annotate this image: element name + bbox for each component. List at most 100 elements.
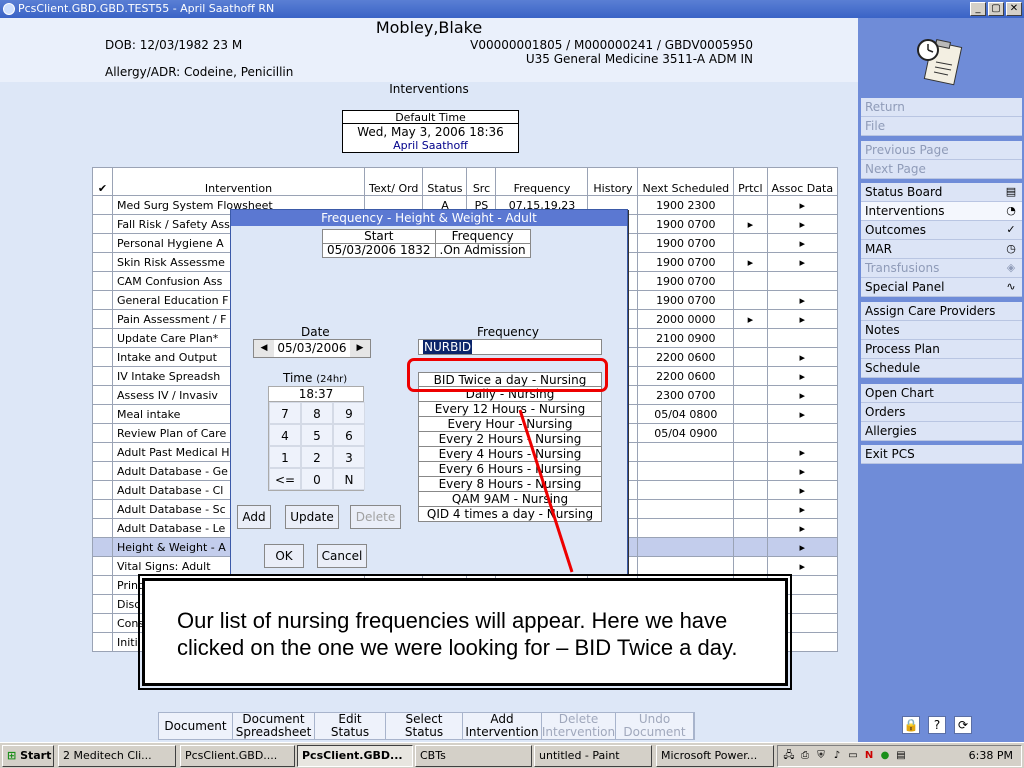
frequency-option[interactable]: QID 4 times a day - Nursing <box>418 507 602 522</box>
date-value[interactable]: 05/03/2006 <box>274 340 350 357</box>
close-button[interactable]: ✕ <box>1006 2 1022 16</box>
check-cell[interactable] <box>92 442 113 462</box>
ok-button[interactable]: OK <box>264 544 304 568</box>
src-column-header[interactable]: Src <box>466 167 497 196</box>
volume-icon[interactable]: ♪ <box>830 749 844 763</box>
prtcl-cell[interactable]: ▸ <box>733 252 768 272</box>
text-ord-column-header[interactable]: Text/ Ord <box>363 167 424 196</box>
check-cell[interactable] <box>92 214 113 234</box>
keypad-key[interactable]: 4 <box>269 424 301 446</box>
nav-item-orders[interactable]: Orders <box>861 403 1022 422</box>
add-button[interactable]: Add <box>237 505 271 529</box>
nav-item-transfusions[interactable]: Transfusions ◈ <box>861 259 1022 278</box>
prtcl-cell[interactable] <box>733 347 768 367</box>
taskbar-item[interactable]: Microsoft Power... <box>656 745 774 767</box>
assoc-cell[interactable]: ▸ <box>766 480 839 500</box>
frequency-option[interactable]: Every 2 Hours - Nursing <box>418 432 602 447</box>
assoc-cell[interactable]: ▸ <box>766 233 839 253</box>
frequency-column-header[interactable]: Frequency <box>495 167 589 196</box>
wireless-icon[interactable]: ● <box>878 749 892 763</box>
delete-button[interactable]: Delete <box>350 505 401 529</box>
check-cell[interactable] <box>92 195 113 215</box>
nav-item-assign-care-providers[interactable]: Assign Care Providers <box>861 302 1022 321</box>
prtcl-cell[interactable] <box>733 442 768 462</box>
prtcl-cell[interactable] <box>733 271 768 291</box>
protocol-column-header[interactable]: Prtcl <box>733 167 768 196</box>
prtcl-cell[interactable]: ▸ <box>733 309 768 329</box>
minimize-button[interactable]: _ <box>970 2 986 16</box>
keypad-key[interactable]: 0 <box>301 468 333 490</box>
network-icon[interactable]: 🖧 <box>782 749 796 763</box>
prtcl-cell[interactable] <box>733 290 768 310</box>
check-cell[interactable] <box>92 632 113 652</box>
frequency-input[interactable]: NURBID <box>418 339 602 355</box>
intervention-column-header[interactable]: Intervention <box>112 167 365 196</box>
update-button[interactable]: Update <box>285 505 339 529</box>
frequency-option[interactable]: Every 8 Hours - Nursing <box>418 477 602 492</box>
printer-icon[interactable]: ⎙ <box>798 749 812 763</box>
prtcl-cell[interactable] <box>733 366 768 386</box>
check-cell[interactable] <box>92 385 113 405</box>
assoc-cell[interactable]: ▸ <box>766 556 839 576</box>
assoc-cell[interactable]: ▸ <box>766 366 839 386</box>
prtcl-cell[interactable] <box>733 423 768 443</box>
help-icon[interactable]: ? <box>928 716 946 734</box>
assoc-cell[interactable]: ▸ <box>766 290 839 310</box>
prtcl-cell[interactable] <box>733 461 768 481</box>
check-cell[interactable] <box>92 575 113 595</box>
lock-icon[interactable]: 🔒 <box>902 716 920 734</box>
nav-item-allergies[interactable]: Allergies <box>861 422 1022 441</box>
check-cell[interactable] <box>92 290 113 310</box>
toolbar-button-document-spreadsheet[interactable]: Document Spreadsheet <box>233 713 315 739</box>
keypad-key[interactable]: 9 <box>333 402 365 424</box>
toolbar-button-undo-document[interactable]: Undo Document <box>616 713 694 739</box>
nav-item-open-chart[interactable]: Open Chart <box>861 384 1022 403</box>
frequency-option[interactable]: Every 6 Hours - Nursing <box>418 462 602 477</box>
keypad-key[interactable]: N <box>333 468 365 490</box>
display-icon[interactable]: ▤ <box>894 749 908 763</box>
check-cell[interactable] <box>92 461 113 481</box>
keypad-key[interactable]: 6 <box>333 424 365 446</box>
check-cell[interactable] <box>92 252 113 272</box>
nav-item-file[interactable]: File <box>861 117 1022 136</box>
keypad-key[interactable]: 5 <box>301 424 333 446</box>
prtcl-cell[interactable]: ▸ <box>733 214 768 234</box>
assoc-data-column-header[interactable]: Assoc Data <box>766 167 839 196</box>
time-value[interactable]: 18:37 <box>269 387 363 402</box>
frequency-option[interactable]: Every 12 Hours - Nursing <box>418 402 602 417</box>
frequency-option[interactable]: QAM 9AM - Nursing <box>418 492 602 507</box>
taskbar-item[interactable]: PcsClient.GBD... <box>297 745 413 767</box>
assoc-cell[interactable]: ▸ <box>766 404 839 424</box>
prtcl-cell[interactable] <box>733 328 768 348</box>
check-cell[interactable] <box>92 594 113 614</box>
check-cell[interactable] <box>92 404 113 424</box>
assoc-cell[interactable]: ▸ <box>766 442 839 462</box>
date-prev-arrow-icon[interactable]: ◀ <box>254 340 274 357</box>
assoc-cell[interactable]: ▸ <box>766 347 839 367</box>
prtcl-cell[interactable] <box>733 195 768 215</box>
monitor-icon[interactable]: ▭ <box>846 749 860 763</box>
taskbar-item[interactable]: CBTs <box>415 745 532 767</box>
prtcl-cell[interactable] <box>733 404 768 424</box>
assoc-cell[interactable]: ▸ <box>766 385 839 405</box>
status-column-header[interactable]: Status <box>422 167 468 196</box>
nav-item-previous-page[interactable]: Previous Page <box>861 141 1022 160</box>
nav-item-mar[interactable]: MAR ◷ <box>861 240 1022 259</box>
assoc-cell[interactable] <box>766 271 839 291</box>
prtcl-cell[interactable] <box>733 556 768 576</box>
assoc-cell[interactable]: ▸ <box>766 518 839 538</box>
assoc-cell[interactable]: ▸ <box>766 214 839 234</box>
default-time-box[interactable]: Default Time Wed, May 3, 2006 18:36 Apri… <box>342 110 519 153</box>
check-cell[interactable] <box>92 537 113 557</box>
keypad-key[interactable]: 3 <box>333 446 365 468</box>
keypad-key[interactable]: 1 <box>269 446 301 468</box>
maximize-button[interactable]: ▢ <box>988 2 1004 16</box>
assoc-cell[interactable]: ▸ <box>766 195 839 215</box>
nav-item-exit-pcs[interactable]: Exit PCS <box>861 445 1022 464</box>
keypad-key[interactable]: 8 <box>301 402 333 424</box>
check-column-header[interactable]: ✔ <box>92 167 113 196</box>
taskbar-item[interactable]: untitled - Paint <box>534 745 652 767</box>
shield-icon[interactable]: ⛨ <box>814 749 828 763</box>
assoc-cell[interactable]: ▸ <box>766 499 839 519</box>
nav-item-interventions[interactable]: Interventions ◔ <box>861 202 1022 221</box>
